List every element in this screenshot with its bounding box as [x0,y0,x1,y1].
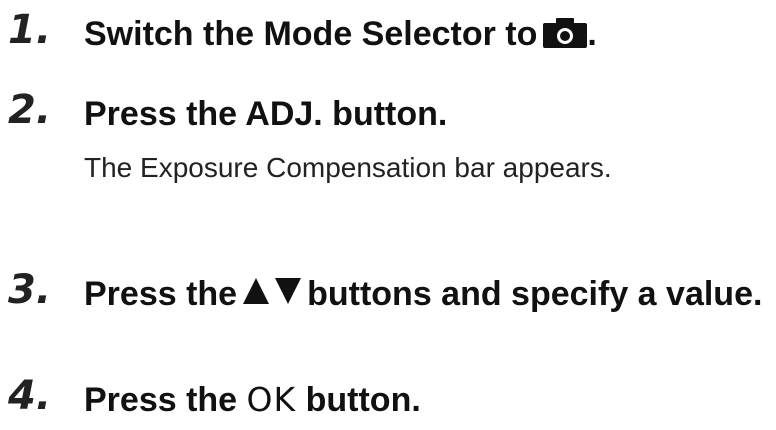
step-text: Press the [84,275,238,313]
step-text: Press the [84,381,238,419]
step-instruction: Press the buttons and specify a value. [84,270,774,318]
step-instruction: Press the OK button. [84,376,774,424]
ok-button-label: OK [246,380,297,419]
step-number: 3. [8,267,52,313]
camera-mode-icon [543,18,588,48]
step-text-end: . [587,15,597,53]
step-description: The Exposure Compensation bar appears. [84,152,612,183]
step-number: 2. [8,87,52,133]
step-instruction: Press the ADJ. button. [84,95,448,133]
up-down-arrows-icon [243,278,302,304]
step-number: 4. [8,373,52,419]
step-instruction: Switch the Mode Selector to . [84,10,774,58]
step-text: Switch the Mode Selector to [84,15,538,53]
step-number: 1. [8,7,52,53]
step-text-end: buttons and specify a value. [307,275,763,313]
step-text-end: button. [305,381,421,419]
